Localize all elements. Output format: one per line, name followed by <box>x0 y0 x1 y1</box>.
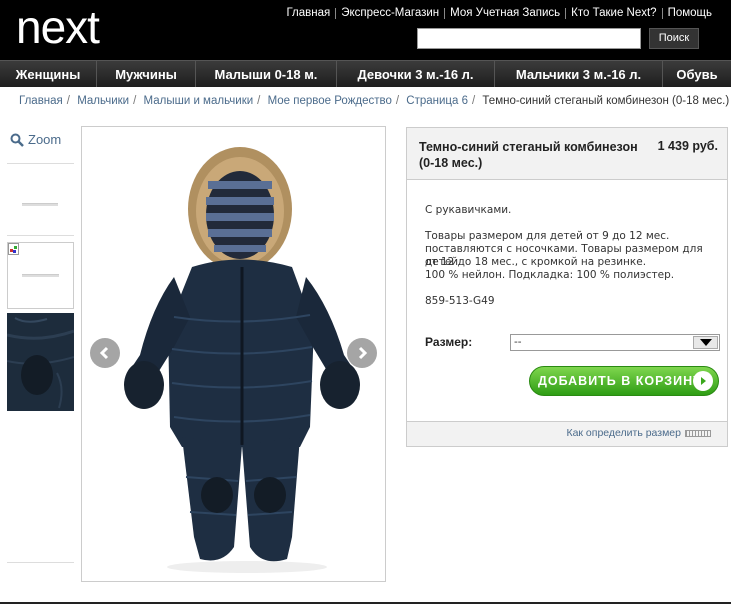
product-header: Темно-синий стеганый комбинезон (0-18 ме… <box>407 128 727 180</box>
search-input[interactable] <box>417 28 641 49</box>
zoom-label: Zoom <box>28 132 62 147</box>
divider <box>7 235 74 236</box>
ruler-icon <box>685 429 711 437</box>
dropdown-arrow-icon[interactable] <box>693 336 718 349</box>
magnifier-icon <box>10 133 24 147</box>
divider <box>7 163 74 164</box>
thumbnail-detail-photo[interactable] <box>7 313 74 411</box>
product-sku: 859-513-G49 <box>425 295 495 307</box>
nav-item-girls[interactable]: Девочки 3 м.-16 л. <box>337 61 495 87</box>
nav-item-boys[interactable]: Мальчики 3 м.-16 л. <box>495 61 663 87</box>
product-image-frame <box>81 126 386 582</box>
breadcrumb-item[interactable]: Главная <box>19 95 63 107</box>
size-select[interactable]: -- <box>510 334 720 351</box>
add-to-cart-button[interactable]: ДОБАВИТЬ В КОРЗИНУ <box>529 366 719 396</box>
product-details-panel: Темно-синий стеганый комбинезон (0-18 ме… <box>406 127 728 447</box>
product-description-line: 100 % нейлон. Подкладка: 100 % полиэстер… <box>425 269 675 281</box>
footer-divider <box>0 602 731 604</box>
nav-item-shoes[interactable]: Обувь <box>663 61 731 87</box>
broken-image-icon <box>8 243 19 255</box>
top-link-about-next[interactable]: Кто Такие Next? <box>566 6 661 20</box>
size-guide-bar: Как определить размер <box>407 421 727 446</box>
next-image-button[interactable] <box>347 338 377 368</box>
size-selected-value: -- <box>514 336 522 348</box>
nav-item-women[interactable]: Женщины <box>0 61 97 87</box>
breadcrumb-item[interactable]: Малыши и мальчики <box>144 95 254 107</box>
breadcrumb-item[interactable]: Мальчики <box>77 95 129 107</box>
product-photo-snowsuit[interactable] <box>82 127 385 581</box>
site-header: next Главная Экспресс-Магазин Моя Учетна… <box>0 0 731 60</box>
top-link-express-shop[interactable]: Экспресс-Магазин <box>336 6 444 20</box>
product-description-line: Товары размером для детей от 9 до 12 мес… <box>425 230 670 242</box>
breadcrumb-item[interactable]: Мое первое Рождество <box>268 95 392 107</box>
next-logo[interactable]: next <box>16 0 100 54</box>
product-description-line: от 12 до 18 мес., с кромкой на резинке. <box>425 256 647 268</box>
nav-item-baby[interactable]: Малыши 0-18 м. <box>196 61 337 87</box>
product-price: 1 439 руб. <box>657 139 718 153</box>
main-nav: Женщины Мужчины Малыши 0-18 м. Девочки 3… <box>0 60 731 87</box>
nav-item-men[interactable]: Мужчины <box>97 61 196 87</box>
breadcrumb-item[interactable]: Страница 6 <box>406 95 468 107</box>
breadcrumb: Главная / Мальчики / Малыши и мальчики / Мо… <box>19 95 730 107</box>
size-label: Размер: <box>425 335 473 349</box>
zoom-button[interactable]: Zoom <box>10 132 61 147</box>
product-description-intro: С рукавичками. <box>425 204 512 216</box>
knee-patch-detail-image <box>7 313 74 411</box>
search-button[interactable]: Поиск <box>649 28 699 49</box>
top-links: Главная Экспресс-Магазин Моя Учетная Зап… <box>281 6 717 20</box>
top-link-home[interactable]: Главная <box>281 6 335 20</box>
size-guide-label: Как определить размер <box>566 427 681 439</box>
size-guide-link[interactable]: Как определить размер <box>566 427 711 439</box>
divider <box>7 562 74 563</box>
top-link-help[interactable]: Помощь <box>663 6 717 20</box>
arrow-right-icon <box>358 346 368 360</box>
thumbnail-placeholder[interactable] <box>22 203 58 206</box>
breadcrumb-current: Темно-синий стеганый комбинезон (0-18 ме… <box>482 95 730 107</box>
arrow-left-icon <box>99 346 109 360</box>
product-title: Темно-синий стеганый комбинезон (0-18 ме… <box>419 140 638 170</box>
previous-image-button[interactable] <box>90 338 120 368</box>
arrow-right-circle-icon <box>693 371 713 391</box>
top-link-my-account[interactable]: Моя Учетная Запись <box>445 6 565 20</box>
add-to-cart-label: ДОБАВИТЬ В КОРЗИНУ <box>538 374 702 388</box>
